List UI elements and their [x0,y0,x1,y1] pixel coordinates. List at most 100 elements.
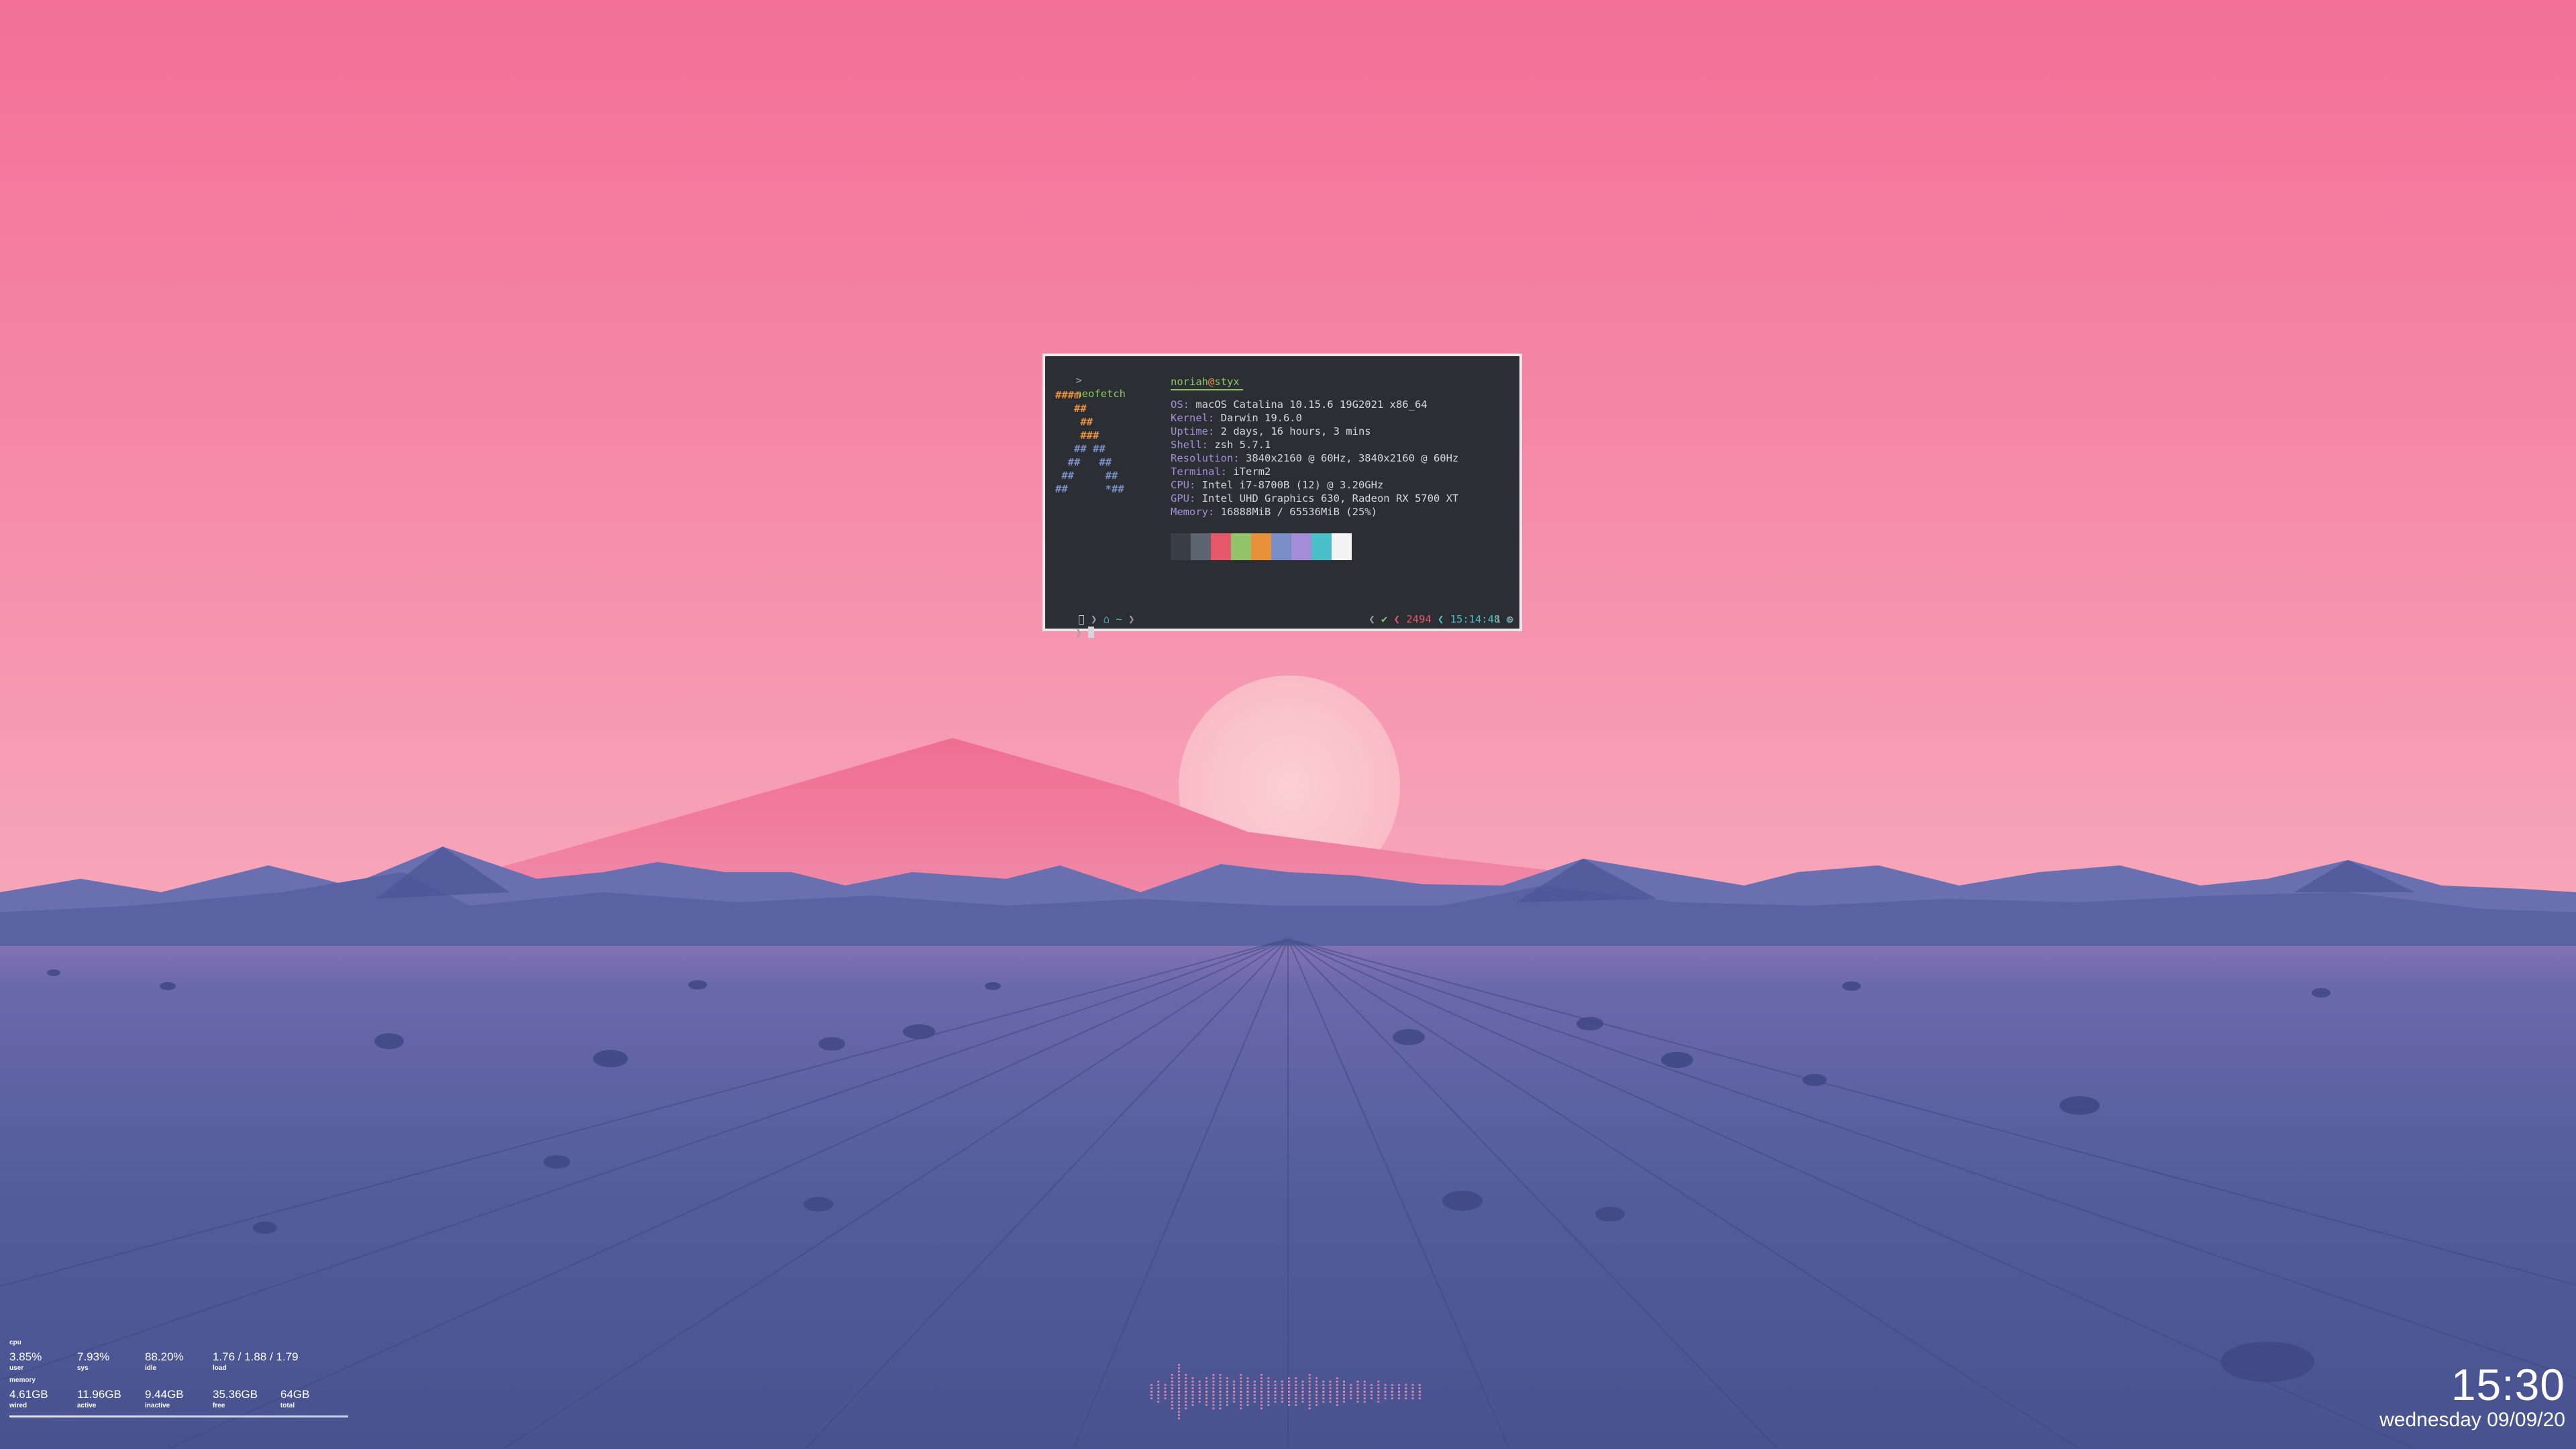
terminal-window[interactable]: > neofetch ###m ## ## ### ## ## ## ## ##… [1042,354,1522,639]
palette-swatch [1332,533,1352,560]
visualizer-bar [1281,1384,1283,1386]
visualizer-bar [1233,1401,1235,1403]
visualizer-bar [1260,1381,1263,1383]
visualizer-bar [1391,1387,1393,1389]
at-sign: @ [1208,376,1215,388]
visualizer-bar [1343,1394,1345,1396]
visualizer-bar [1308,1381,1311,1383]
audio-visualizer [1150,1364,1421,1419]
visualizer-bar [1418,1384,1421,1386]
visualizer-bar [1198,1381,1201,1383]
visualizer-bar [1336,1397,1338,1399]
ascii-art-line: ## ## [1055,456,1112,468]
memory-values: 4.61GB 11.96GB 9.44GB 35.36GB 64GB [9,1388,348,1402]
visualizer-bar [1343,1401,1345,1403]
visualizer-bar [1260,1387,1263,1389]
visualizer-bar [1178,1374,1180,1376]
visualizer-bar [1363,1387,1366,1389]
visualizer-bar [1267,1391,1270,1393]
visualizer-bar [1336,1381,1338,1383]
visualizer-bar [1363,1391,1366,1393]
visualizer-bar [1356,1394,1359,1396]
visualizer-bar [1281,1381,1283,1383]
visualizer-bar [1164,1397,1167,1399]
system-stats-widget: cpu 3.85% 7.93% 88.20% 1.76 / 1.88 / 1.7… [9,1339,348,1417]
info-value: 3840x2160 @ 60Hz, 3840x2160 @ 60Hz [1239,452,1459,464]
visualizer-bar [1191,1377,1194,1379]
visualizer-bar [1308,1387,1311,1389]
visualizer-bar [1377,1387,1380,1389]
visualizer-bar [1253,1394,1256,1396]
visualizer-bar [1336,1404,1338,1406]
visualizer-bar [1371,1387,1373,1389]
visualizer-bar [1226,1404,1228,1406]
visualizer-bar [1371,1391,1373,1393]
visualizer-bar [1377,1381,1380,1383]
cpu-load-value: 1.76 / 1.88 / 1.79 [213,1350,299,1363]
visualizer-bar [1171,1397,1173,1399]
visualizer-bar [1288,1394,1290,1396]
visualizer-bar [1191,1384,1194,1386]
visualizer-bar [1288,1387,1290,1389]
visualizer-bar [1191,1404,1194,1406]
visualizer-bar [1219,1391,1222,1393]
visualizer-bar [1212,1374,1215,1376]
visualizer-bar [1398,1394,1400,1396]
visualizer-bar [1356,1391,1359,1393]
visualizer-bar [1316,1381,1318,1383]
visualizer-bar [1295,1387,1297,1389]
cpu-section-title: cpu [9,1339,21,1346]
desktop-wallpaper [0,0,2576,1449]
visualizer-bar [1350,1384,1352,1386]
visualizer-bar [1267,1381,1270,1383]
visualizer-bar [1267,1397,1270,1399]
visualizer-bar [1240,1391,1242,1393]
visualizer-bar [1178,1407,1180,1409]
visualizer-bar [1233,1394,1235,1396]
visualizer-bar [1391,1384,1393,1386]
visualizer-bar [1363,1381,1366,1383]
info-value: Intel UHD Graphics 630, Radeon RX 5700 X… [1195,492,1459,504]
visualizer-bar [1246,1391,1249,1393]
visualizer-bar [1178,1394,1180,1396]
visualizer-bar [1308,1404,1311,1406]
memory-free-value: 35.36GB [213,1388,258,1401]
visualizer-bar [1288,1391,1290,1393]
visualizer-bar [1233,1397,1235,1399]
ascii-art-line: ## *## [1055,483,1124,495]
cpu-user-label: user [9,1364,24,1372]
visualizer-bar [1274,1397,1277,1399]
visualizer-bar [1418,1394,1421,1396]
visualizer-bar [1411,1397,1414,1399]
visualizer-bar [1308,1397,1311,1399]
visualizer-bar [1171,1381,1173,1383]
visualizer-bar [1288,1397,1290,1399]
visualizer-bar [1260,1404,1263,1406]
info-row: Uptime: 2 days, 16 hours, 3 mins [1171,425,1458,438]
visualizer-bar [1240,1374,1242,1376]
visualizer-bar [1253,1401,1256,1403]
visualizer-bar [1246,1397,1249,1399]
visualizer-bar [1267,1377,1270,1379]
visualizer-bar [1329,1397,1332,1399]
info-value: zsh 5.7.1 [1208,439,1271,451]
visualizer-bar [1350,1394,1352,1396]
visualizer-bar [1384,1391,1387,1393]
visualizer-bar [1260,1401,1263,1403]
visualizer-bar [1219,1377,1222,1379]
visualizer-bar [1371,1384,1373,1386]
visualizer-bar [1350,1391,1352,1393]
visualizer-bar [1178,1397,1180,1399]
visualizer-bar [1226,1387,1228,1389]
visualizer-bar [1288,1404,1290,1406]
info-key: Memory: [1171,506,1215,518]
visualizer-bar [1281,1397,1283,1399]
visualizer-bar [1178,1387,1180,1389]
visualizer-bar [1246,1404,1249,1406]
visualizer-bar [1316,1391,1318,1393]
info-key: Kernel: [1171,412,1215,424]
command-prompt-symbol: > [1075,374,1082,386]
input-line[interactable]: ❯ 1 ⚙ [1051,612,1513,666]
visualizer-bar [1350,1397,1352,1399]
visualizer-bar [1288,1377,1290,1379]
